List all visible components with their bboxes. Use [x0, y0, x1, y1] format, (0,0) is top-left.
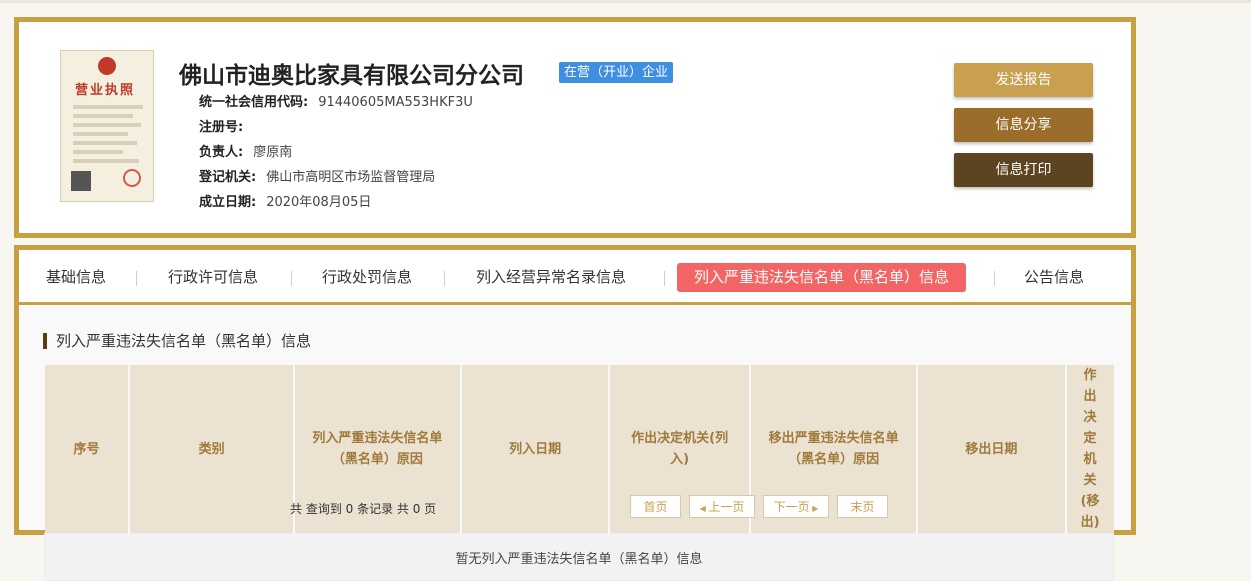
- registration-authority-row: 登记机关: 佛山市高明区市场监督管理局: [199, 169, 435, 187]
- tab-blacklist[interactable]: 列入严重违法失信名单（黑名单）信息: [677, 263, 967, 292]
- column-header-index: 序号: [44, 365, 131, 534]
- registration-number-label: 注册号:: [199, 120, 244, 135]
- principal-row: 负责人: 廖原南: [199, 144, 292, 162]
- next-page-button[interactable]: 下一页 ▶: [763, 495, 829, 518]
- principal-value: 廖原南: [253, 145, 293, 160]
- business-license-image: 营业执照: [60, 50, 154, 202]
- national-emblem-icon: [98, 57, 116, 75]
- registration-number-row: 注册号:: [199, 119, 253, 137]
- credit-code-label: 统一社会信用代码:: [199, 95, 309, 110]
- company-header-card: 营业执照 佛山市迪奥比家具有限公司分公司 在营（开业）企业 统一社会信用代码: 9…: [14, 17, 1136, 238]
- tab-abnormal-operation[interactable]: 列入经营异常名录信息: [476, 263, 626, 292]
- blacklist-table: 序号 类别 列入严重违法失信名单（黑名单）原因 列入日期 作出决定机关(列入) …: [44, 365, 1114, 581]
- tab-admin-license[interactable]: 行政许可信息: [168, 263, 258, 292]
- share-info-button[interactable]: 信息分享: [954, 108, 1093, 142]
- send-report-button[interactable]: 发送报告: [954, 63, 1093, 97]
- next-page-label: 下一页: [773, 500, 810, 514]
- establishment-date-label: 成立日期:: [199, 195, 257, 210]
- tab-divider: [444, 271, 445, 286]
- registration-authority-label: 登记机关:: [199, 170, 257, 185]
- official-seal-icon: [123, 169, 141, 187]
- tab-divider: [994, 271, 995, 286]
- license-text-lines: [73, 105, 143, 168]
- pagination-summary: 共 查询到 0 条记录 共 0 页: [290, 502, 437, 516]
- establishment-date-row: 成立日期: 2020年08月05日: [199, 194, 371, 212]
- prev-page-label: 上一页: [708, 500, 745, 514]
- tab-basic-info[interactable]: 基础信息: [46, 263, 106, 292]
- table-row: 暂无列入严重违法失信名单（黑名单）信息: [44, 533, 1114, 581]
- prev-page-button[interactable]: ◀ 上一页: [689, 495, 755, 518]
- blacklist-section: 列入严重违法失信名单（黑名单）信息 序号 类别 列入严重违法失信名单（黑名单）原…: [14, 305, 1136, 581]
- column-header-removal-authority: 作出决定机关(移出): [1065, 365, 1114, 534]
- tab-divider: [291, 271, 292, 286]
- license-title: 营业执照: [75, 83, 136, 98]
- tab-bar: 基础信息 行政许可信息 行政处罚信息 列入经营异常名录信息 列入严重违法失信名单…: [14, 245, 1136, 307]
- principal-label: 负责人:: [199, 145, 244, 160]
- top-divider: [0, 0, 1251, 3]
- first-page-button[interactable]: 首页: [630, 495, 681, 518]
- registration-authority-value: 佛山市高明区市场监督管理局: [266, 170, 436, 185]
- print-info-button[interactable]: 信息打印: [954, 153, 1093, 187]
- column-header-removal-date: 移出日期: [917, 365, 1067, 534]
- table-header-row: 序号 类别 列入严重违法失信名单（黑名单）原因 列入日期 作出决定机关(列入) …: [44, 365, 1114, 534]
- tab-divider: [664, 271, 665, 286]
- column-header-listing-date: 列入日期: [460, 365, 611, 534]
- company-name: 佛山市迪奥比家具有限公司分公司: [179, 63, 524, 89]
- establishment-date-value: 2020年08月05日: [266, 195, 372, 210]
- empty-message: 暂无列入严重违法失信名单（黑名单）信息: [44, 533, 1114, 581]
- tab-announcements[interactable]: 公告信息: [1024, 263, 1084, 292]
- last-page-button[interactable]: 末页: [837, 495, 888, 518]
- tab-admin-penalty[interactable]: 行政处罚信息: [322, 263, 412, 292]
- tab-divider: [136, 271, 137, 286]
- credit-code-value: 91440605MA553HKF3U: [318, 95, 473, 110]
- credit-code-row: 统一社会信用代码: 91440605MA553HKF3U: [199, 94, 473, 112]
- column-header-category: 类别: [129, 365, 295, 534]
- status-badge: 在营（开业）企业: [559, 62, 674, 83]
- section-title: 列入严重违法失信名单（黑名单）信息: [43, 333, 311, 349]
- qr-code-icon: [71, 171, 91, 191]
- chevron-right-icon: ▶: [809, 504, 819, 513]
